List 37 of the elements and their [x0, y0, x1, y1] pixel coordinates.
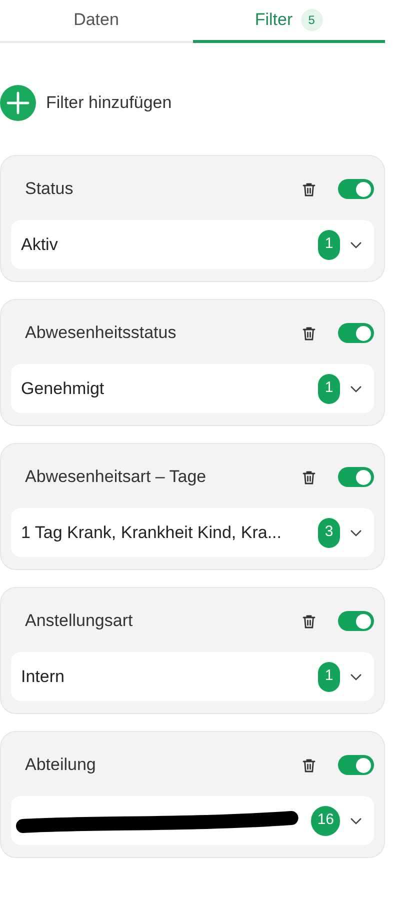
- filter-title: Abwesenheitsart – Tage: [25, 466, 208, 488]
- filter-title: Anstellungsart: [25, 610, 134, 632]
- value-text: Genehmigt: [21, 378, 106, 400]
- value-dropdown[interactable]: Genehmigt 1: [11, 364, 374, 413]
- toggle-switch[interactable]: [338, 323, 374, 343]
- toggle-switch[interactable]: [338, 179, 374, 199]
- toggle-switch[interactable]: [338, 467, 374, 487]
- chevron-down-icon: [350, 240, 362, 248]
- add-filter-button[interactable]: Filter hinzufügen: [0, 85, 172, 121]
- trash-icon[interactable]: [302, 182, 316, 196]
- value-text: Intern: [21, 666, 66, 688]
- trash-icon[interactable]: [302, 758, 316, 772]
- chevron-down-icon: [350, 528, 362, 536]
- value-dropdown[interactable]: 1 Tag Krank, Krankheit Kind, Kra... 3: [11, 508, 374, 557]
- count-badge: 5: [300, 9, 323, 31]
- toggle-switch[interactable]: [338, 611, 374, 631]
- trash-icon[interactable]: [302, 470, 316, 484]
- chevron-down-icon: [350, 816, 362, 824]
- trash-icon[interactable]: [302, 326, 316, 340]
- value-text: Aktiv: [21, 234, 59, 256]
- trash-icon[interactable]: [302, 614, 316, 628]
- tab[interactable]: Daten: [0, 0, 192, 43]
- count-badge: 3: [318, 518, 340, 548]
- value-dropdown[interactable]: Aktiv 1: [11, 220, 374, 269]
- chevron-down-icon: [350, 384, 362, 392]
- filter-title: Abteilung: [25, 754, 97, 776]
- value-text: 1 Tag Krank, Krankheit Kind, Kra...: [21, 522, 282, 544]
- value-dropdown[interactable]: Intern 1: [11, 652, 374, 701]
- toggle-switch[interactable]: [338, 755, 374, 775]
- filter-title: Abwesenheitsstatus: [25, 322, 178, 344]
- chevron-down-icon: [350, 672, 362, 680]
- count-badge: 1: [318, 662, 340, 692]
- count-badge: 1: [318, 230, 340, 260]
- count-badge: 1: [318, 374, 340, 404]
- filter-title: Status: [25, 178, 74, 200]
- tab[interactable]: Filter 5: [192, 0, 385, 43]
- count-badge: 16: [311, 806, 340, 836]
